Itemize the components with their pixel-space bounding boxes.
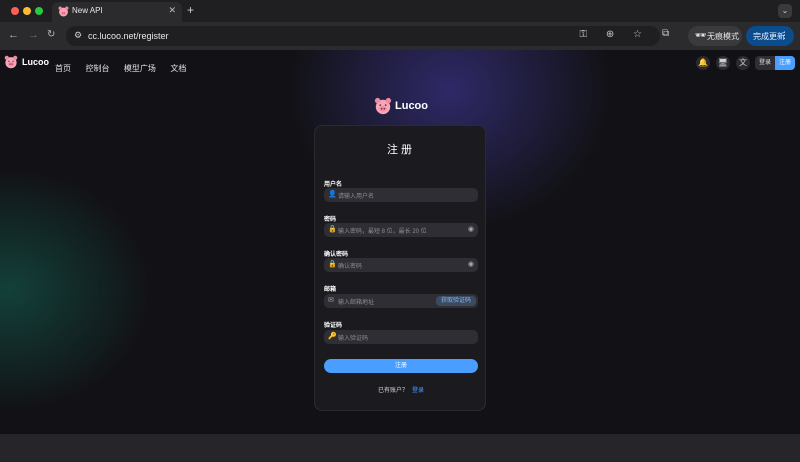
register-button[interactable]: 注册 [775, 56, 795, 70]
tab-bar: New API ✕ + ⌄ [0, 0, 800, 22]
password-placeholder: 输入密码，最短 8 位，最长 20 位 [338, 229, 427, 235]
pig-logo-icon [374, 97, 392, 115]
more-menu-icon[interactable]: ⋮ [780, 30, 789, 41]
browser-bottom-area [0, 434, 800, 462]
monitor-icon[interactable]: 🖥 [716, 56, 730, 70]
reload-icon[interactable]: ↻ [47, 28, 55, 42]
username-label: 用户名 [324, 182, 343, 188]
url-text[interactable]: cc.lucoo.net/register [88, 31, 169, 41]
eye-off-icon[interactable]: ◉ [468, 225, 474, 235]
email-placeholder: 输入邮箱地址 [338, 300, 375, 306]
bell-icon[interactable]: 🔔 [696, 56, 710, 70]
nav-console[interactable]: 控制台 [85, 64, 109, 73]
forward-icon[interactable]: → [28, 28, 39, 42]
register-card: 注册 用户名 👤 请输入用户名 密码 🔒 输入密码，最短 8 位，最长 20 位… [314, 125, 486, 411]
email-input[interactable]: ✉ 输入邮箱地址 获取验证码 [324, 294, 478, 308]
nav-home[interactable]: 首页 [55, 64, 71, 73]
login-prompt: 已有账户？ 登录 [315, 385, 487, 394]
fullscreen-window-button[interactable] [35, 7, 43, 15]
extensions-icon[interactable]: ⧉ [662, 28, 669, 39]
update-button[interactable]: 完成更新 ⋮ [746, 26, 794, 46]
lock-icon: 🔒 [328, 261, 337, 268]
center-brand-name: Lucoo [395, 100, 428, 112]
pig-favicon-icon [58, 6, 69, 17]
mail-icon: ✉ [328, 297, 334, 304]
submit-register-button[interactable]: 注册 [324, 359, 478, 373]
address-bar[interactable]: ⚙ cc.lucoo.net/register ⚿ ⊕ ☆ [66, 26, 660, 46]
page: Lucoo 首页 控制台 模型广场 文档 🔔 🖥 文 登录 注册 Lucoo 注… [0, 50, 800, 434]
key-icon: 🔑 [328, 333, 337, 340]
nav-docs[interactable]: 文档 [170, 64, 186, 73]
nav-model-square[interactable]: 模型广场 [124, 64, 156, 73]
verification-code-label: 验证码 [324, 323, 343, 329]
username-placeholder: 请输入用户名 [338, 194, 375, 200]
tab-title: New API [72, 6, 103, 15]
verification-code-input[interactable]: 🔑 输入验证码 [324, 330, 478, 344]
confirm-password-input[interactable]: 🔒 确认密码 ◉ [324, 258, 478, 272]
get-verification-code-button[interactable]: 获取验证码 [436, 296, 476, 306]
login-link[interactable]: 登录 [412, 388, 424, 394]
lock-icon: 🔒 [328, 226, 337, 233]
app-header: Lucoo 首页 控制台 模型广场 文档 🔔 🖥 文 登录 注册 [0, 50, 800, 76]
site-info-icon[interactable]: ⚙ [74, 30, 82, 41]
new-tab-button[interactable]: + [187, 3, 194, 17]
pig-logo-icon[interactable] [4, 55, 18, 69]
user-icon: 👤 [328, 191, 337, 198]
minimize-window-button[interactable] [23, 7, 31, 15]
email-label: 邮箱 [324, 287, 337, 293]
browser-toolbar: ← → ↻ ⚙ cc.lucoo.net/register ⚿ ⊕ ☆ ⧉ 🕶 … [0, 22, 800, 50]
login-button[interactable]: 登录 [755, 56, 775, 70]
eye-off-icon[interactable]: ◉ [468, 260, 474, 270]
form-title: 注册 [387, 144, 415, 156]
tab-close-icon[interactable]: ✕ [168, 5, 176, 16]
verification-code-placeholder: 输入验证码 [338, 336, 369, 342]
main-nav: 首页 控制台 模型广场 文档 [55, 58, 196, 76]
browser-chrome: New API ✕ + ⌄ ← → ↻ ⚙ cc.lucoo.net/regis… [0, 0, 800, 50]
close-window-button[interactable] [11, 7, 19, 15]
confirm-password-label: 确认密码 [324, 252, 349, 258]
back-icon[interactable]: ← [8, 28, 19, 42]
omnibox-action-icons[interactable]: ⚿ ⊕ ☆ [579, 29, 650, 40]
password-label: 密码 [324, 217, 337, 223]
username-input[interactable]: 👤 请输入用户名 [324, 188, 478, 202]
tab-search-button[interactable]: ⌄ [778, 4, 792, 18]
have-account-text: 已有账户？ [377, 388, 408, 394]
incognito-label: 无痕模式 [707, 32, 739, 41]
password-input[interactable]: 🔒 输入密码，最短 8 位，最长 20 位 ◉ [324, 223, 478, 237]
brand-name[interactable]: Lucoo [22, 57, 49, 67]
confirm-password-placeholder: 确认密码 [338, 264, 363, 270]
browser-tab[interactable]: New API ✕ [52, 2, 182, 22]
language-icon[interactable]: 文 [736, 56, 750, 70]
incognito-indicator[interactable]: 🕶 无痕模式 [688, 26, 742, 46]
incognito-icon: 🕶 [695, 30, 707, 40]
